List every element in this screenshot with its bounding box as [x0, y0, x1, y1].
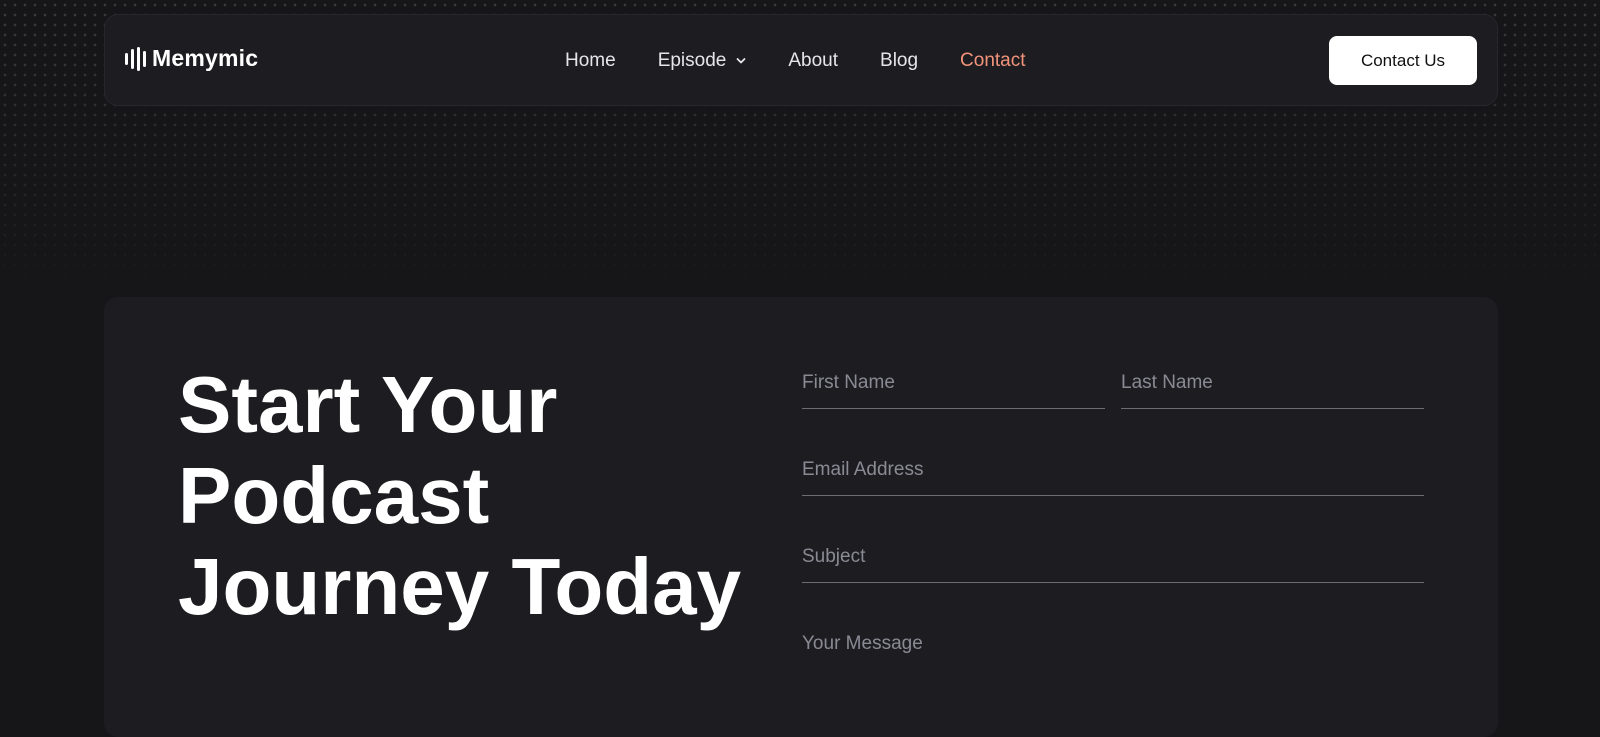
first-name-field[interactable]: [802, 372, 1105, 409]
sound-wave-icon: [125, 46, 146, 71]
contact-section: Start Your Podcast Journey Today: [104, 297, 1498, 737]
nav-item-contact[interactable]: Contact: [960, 50, 1025, 72]
nav-item-episode[interactable]: Episode: [658, 50, 747, 72]
message-field[interactable]: [802, 633, 1424, 723]
main-nav: Home Episode About Blog Contact: [565, 15, 1068, 107]
last-name-field[interactable]: [1121, 372, 1424, 409]
email-field[interactable]: [802, 459, 1424, 496]
nav-item-episode-label: Episode: [657, 50, 727, 71]
contact-us-button[interactable]: Contact Us: [1329, 36, 1477, 85]
subject-field[interactable]: [802, 546, 1424, 583]
nav-item-about[interactable]: About: [788, 50, 838, 72]
nav-item-home[interactable]: Home: [565, 50, 616, 72]
heading-line: Podcast: [178, 451, 490, 540]
nav-item-blog[interactable]: Blog: [880, 50, 918, 72]
chevron-down-icon: [736, 58, 746, 64]
navbar: Memymic Home Episode About Blog Contact …: [104, 14, 1498, 106]
heading-line: Start Your: [178, 360, 558, 449]
brand-name: Memymic: [152, 45, 259, 71]
page-heading: Start Your Podcast Journey Today: [178, 359, 778, 632]
logo[interactable]: Memymic: [125, 45, 258, 72]
heading-line: Journey Today: [178, 542, 742, 631]
